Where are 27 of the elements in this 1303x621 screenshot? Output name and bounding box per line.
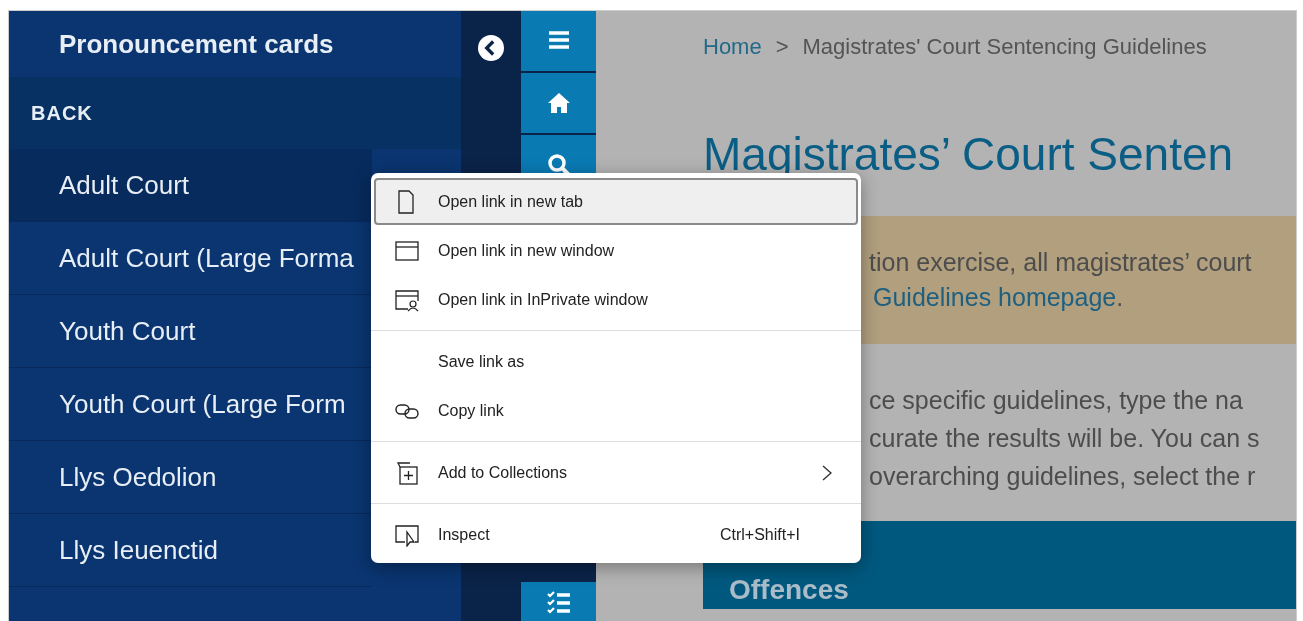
- inspect-icon: [395, 522, 419, 547]
- rail-button[interactable]: [521, 582, 596, 621]
- paragraph-line: overarching guidelines, select the r: [869, 461, 1257, 492]
- menu-item[interactable]: Open link in new tab: [374, 178, 858, 225]
- menu-item[interactable]: Save link as: [374, 338, 858, 385]
- menu-item[interactable]: Copy link: [374, 387, 858, 434]
- menu-item[interactable]: Add to Collections: [374, 449, 858, 496]
- window-icon: [395, 238, 419, 263]
- back-link[interactable]: BACK: [9, 77, 461, 149]
- collapse-icon[interactable]: [478, 35, 504, 61]
- shortcut-text: Ctrl+Shift+I: [719, 525, 800, 544]
- breadcrumb-current: Magistrates' Court Sentencing Guidelines: [802, 34, 1207, 60]
- menu-item[interactable]: Open link in InPrivate window: [374, 276, 858, 323]
- paragraph-line: curate the results will be. You can s: [869, 423, 1261, 454]
- section-title: Offences: [729, 573, 849, 607]
- sidebar-item[interactable]: Adult Court: [9, 149, 372, 222]
- rail-button[interactable]: [521, 73, 596, 133]
- rail-button[interactable]: [521, 11, 596, 71]
- paragraph-line: ce specific guidelines, type the na: [869, 385, 1244, 416]
- collection-icon: [395, 460, 419, 485]
- home-icon: [546, 91, 571, 115]
- private-window-icon: [395, 287, 419, 312]
- notice-text: .: [1116, 283, 1124, 312]
- menu-item[interactable]: Open link in new window: [374, 227, 858, 274]
- notice-text: tion exercise, all magistrates’ court: [869, 248, 1253, 277]
- breadcrumb-separator: >: [775, 34, 789, 60]
- checklist-icon: [546, 590, 571, 614]
